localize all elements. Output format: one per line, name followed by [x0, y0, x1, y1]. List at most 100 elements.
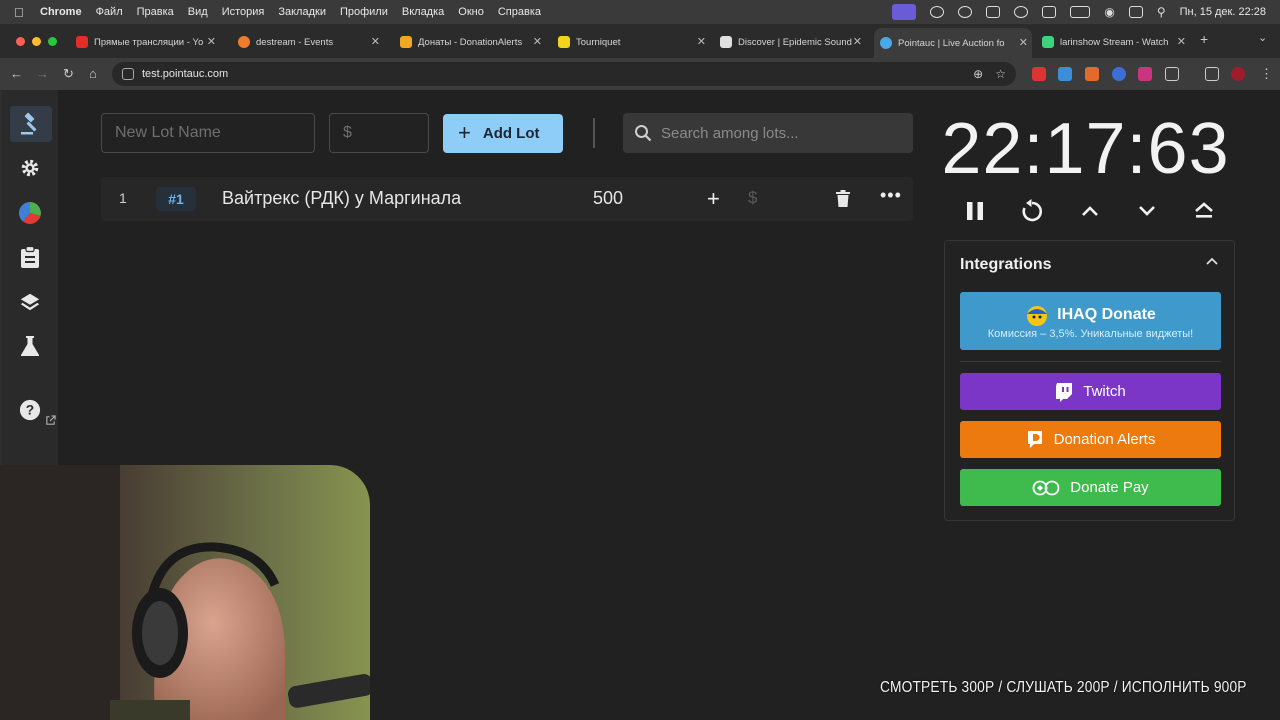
reload-icon[interactable]: ↻: [63, 66, 74, 82]
eject-icon: [1195, 202, 1213, 218]
close-tab-icon[interactable]: ✕: [533, 35, 542, 48]
close-tab-icon[interactable]: ✕: [371, 35, 380, 48]
site-info-icon[interactable]: [122, 68, 134, 80]
sidebar-item-history[interactable]: [16, 243, 44, 271]
pause-button[interactable]: [957, 195, 993, 227]
external-link-icon[interactable]: [45, 415, 56, 426]
spotlight-icon[interactable]: ⚲: [1157, 5, 1166, 19]
reset-icon: [1022, 199, 1043, 222]
reset-timer-button[interactable]: [1014, 195, 1050, 227]
donate-pay-label: Donate Pay: [1070, 479, 1149, 496]
forward-icon[interactable]: →: [36, 66, 49, 81]
flask-icon: [21, 336, 39, 356]
add-lot-label: Add Lot: [482, 125, 540, 142]
lot-name-input[interactable]: New Lot Name: [101, 113, 315, 153]
lot-id-badge[interactable]: #1: [156, 187, 196, 211]
screen-record-icon[interactable]: [892, 4, 917, 20]
sidebar-item-help[interactable]: ?: [16, 396, 44, 424]
counter-extension-icon[interactable]: [1138, 67, 1152, 81]
zoom-icon[interactable]: ⊕: [973, 67, 983, 81]
close-tab-icon[interactable]: ✕: [1019, 36, 1028, 49]
chatgpt-icon[interactable]: [930, 6, 945, 18]
donation-alerts-label: Donation Alerts: [1053, 431, 1156, 448]
chevron-up-icon[interactable]: [1206, 257, 1218, 265]
menu-profiles[interactable]: Профили: [340, 6, 388, 18]
tab-epidemic-sound[interactable]: Discover | Epidemic Sound ✕: [714, 30, 866, 54]
menu-view[interactable]: Вид: [188, 6, 208, 18]
amount-placeholder: $: [343, 124, 352, 141]
close-window-icon[interactable]: [16, 37, 25, 46]
add-amount-icon[interactable]: +: [707, 186, 720, 212]
decrease-time-button[interactable]: [1129, 195, 1165, 227]
sidebar-item-overlays[interactable]: [16, 288, 44, 316]
control-center-icon[interactable]: [1128, 6, 1143, 18]
menu-file[interactable]: Файл: [96, 6, 123, 18]
tab-destream[interactable]: destream - Events ✕: [232, 30, 384, 54]
browser-toolbar: ← → ↻ ⌂ test.pointauc.com ⊕ ☆ ⋮: [0, 58, 1280, 90]
profile-avatar[interactable]: [1231, 67, 1245, 81]
display-icon[interactable]: [986, 6, 1001, 18]
tab-youtube[interactable]: Прямые трансляции - Yo ✕: [70, 30, 220, 54]
keyboard-layout-icon[interactable]: [1042, 6, 1057, 18]
menubar-clock[interactable]: Пн, 15 дек. 22:28: [1180, 6, 1266, 18]
lot-amount-input[interactable]: $: [329, 113, 429, 153]
cloud-icon[interactable]: [958, 6, 973, 18]
wifi-icon[interactable]: ◉: [1104, 5, 1114, 19]
extra-amount-icon[interactable]: $: [748, 188, 757, 208]
play-icon[interactable]: [1014, 6, 1029, 18]
reading-list-icon[interactable]: [1205, 67, 1219, 81]
address-bar[interactable]: test.pointauc.com ⊕ ☆: [112, 62, 1016, 86]
lot-search-input[interactable]: Search among lots...: [623, 113, 913, 153]
tab-donationalerts[interactable]: Донаты - DonationAlerts ✕: [394, 30, 546, 54]
streamer-webcam-image: [0, 465, 370, 720]
menu-history[interactable]: История: [222, 6, 265, 18]
lot-amount[interactable]: 500: [593, 188, 623, 209]
tab-search-icon[interactable]: ⌄: [1258, 31, 1267, 44]
destream-favicon-icon: [238, 36, 250, 48]
donate-pay-button[interactable]: Donate Pay: [960, 469, 1221, 506]
tab-twitch-stream[interactable]: larinshow Stream - Watch ✕: [1036, 30, 1190, 54]
tab-pointauc[interactable]: Pointauc | Live Auction fo ✕: [874, 28, 1032, 58]
sidebar-item-lab[interactable]: [16, 332, 44, 360]
bookmark-star-icon[interactable]: ☆: [995, 67, 1006, 81]
menu-tab[interactable]: Вкладка: [402, 6, 444, 18]
donation-alerts-button[interactable]: Donation Alerts: [960, 421, 1221, 458]
new-tab-icon[interactable]: +: [1200, 31, 1208, 47]
extensions-puzzle-icon[interactable]: [1165, 67, 1179, 81]
close-tab-icon[interactable]: ✕: [1177, 35, 1186, 48]
shield-extension-icon[interactable]: [1058, 67, 1072, 81]
more-options-icon[interactable]: •••: [880, 185, 902, 206]
adblock-extension-icon[interactable]: [1032, 67, 1046, 81]
collapse-timer-button[interactable]: [1186, 195, 1222, 227]
lot-name[interactable]: Вайтрекс (РДК) у Маргинала: [222, 188, 461, 209]
menu-help[interactable]: Справка: [498, 6, 541, 18]
menu-window[interactable]: Окно: [458, 6, 484, 18]
twitch-icon: [1056, 382, 1073, 402]
sidebar-item-auction[interactable]: [10, 106, 52, 142]
trash-icon[interactable]: [836, 190, 850, 207]
increase-time-button[interactable]: [1072, 195, 1108, 227]
add-lot-button[interactable]: + Add Lot: [443, 114, 563, 153]
battery-icon[interactable]: [1070, 6, 1091, 18]
g-extension-icon[interactable]: [1112, 67, 1126, 81]
menu-app-name[interactable]: Chrome: [40, 6, 82, 18]
twitch-button[interactable]: Twitch: [960, 373, 1221, 410]
close-tab-icon[interactable]: ✕: [697, 35, 706, 48]
tab-title: larinshow Stream - Watch: [1060, 36, 1169, 48]
minimize-window-icon[interactable]: [32, 37, 41, 46]
ihaq-donate-button[interactable]: IHAQ Donate Комиссия – 3,5%. Уникальные …: [960, 292, 1221, 350]
sidebar-item-wheel[interactable]: [16, 199, 44, 227]
home-icon[interactable]: ⌂: [89, 66, 97, 81]
toolbar-divider: [593, 118, 595, 148]
sidebar-item-settings[interactable]: [16, 154, 44, 182]
menu-edit[interactable]: Правка: [137, 6, 174, 18]
back-icon[interactable]: ←: [10, 66, 23, 81]
close-tab-icon[interactable]: ✕: [207, 35, 216, 48]
apple-icon[interactable]: : [14, 5, 32, 20]
menu-bookmarks[interactable]: Закладки: [278, 6, 326, 18]
tab-tourniquet[interactable]: Tourniquet ✕: [552, 30, 710, 54]
close-tab-icon[interactable]: ✕: [853, 35, 862, 48]
browser-menu-icon[interactable]: ⋮: [1260, 66, 1273, 82]
zoom-window-icon[interactable]: [48, 37, 57, 46]
fox-extension-icon[interactable]: [1085, 67, 1099, 81]
